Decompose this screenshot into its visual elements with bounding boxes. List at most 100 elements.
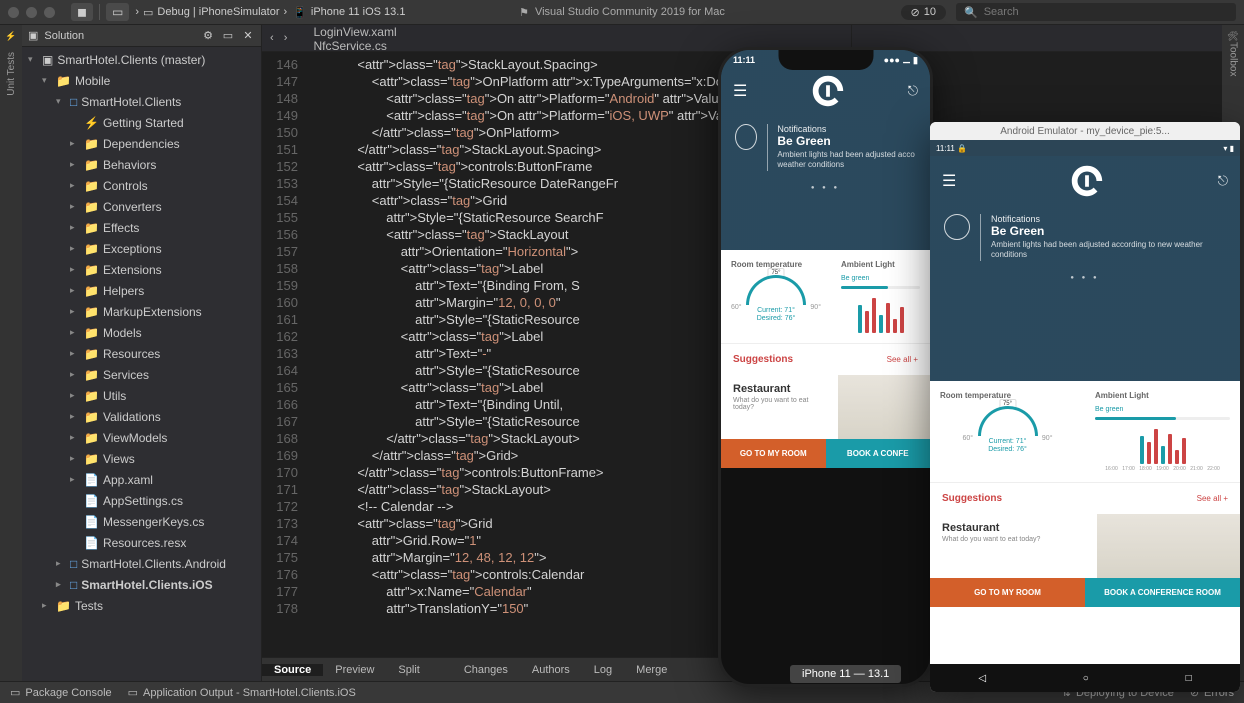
editor-view-tab[interactable]: Preview [323, 664, 386, 676]
toolbox-icon[interactable]: 🛠 [1227, 31, 1238, 42]
solution-icon: ▣ [28, 29, 38, 42]
page-dots[interactable]: ● ● ● [930, 269, 1240, 287]
toolbox-pad[interactable]: Toolbox [1228, 42, 1239, 76]
errors-pill[interactable]: ⊘10 [901, 5, 946, 20]
see-all-link[interactable]: See all + [887, 355, 918, 364]
restaurant-title: Restaurant [733, 383, 826, 395]
pad-settings-icon[interactable]: ⚙ [201, 29, 215, 43]
ambient-light-label: Ambient Light [841, 260, 920, 269]
notif-body: Ambient lights had been adjusted acco we… [777, 150, 916, 171]
app-title: ⚑Visual Studio Community 2019 for Mac [519, 6, 725, 19]
back-icon: ◁ [978, 673, 986, 684]
device-dropdown[interactable]: 📱 iPhone 11 iOS 13.1 [293, 6, 405, 19]
tree-item[interactable]: 📄AppSettings.cs [22, 490, 261, 511]
android-status-icons: ▾ ▮ [1223, 144, 1234, 153]
tree-item[interactable]: ▸📁Dependencies [22, 133, 261, 154]
tree-item[interactable]: ▸📁Tests [22, 595, 261, 616]
pad-close-icon[interactable]: ✕ [241, 29, 255, 43]
android-emulator[interactable]: Android Emulator - my_device_pie:5... 11… [930, 122, 1240, 692]
recents-icon: □ [1186, 673, 1192, 684]
stop-button[interactable]: ◼ [71, 3, 93, 21]
solution-pad-header: ▣ Solution ⚙ ▭ ✕ [22, 25, 261, 47]
tree-item[interactable]: ▸📁Resources [22, 343, 261, 364]
android-nav-bar[interactable]: ◁ ○ □ [930, 664, 1240, 692]
iphone-simulator[interactable]: 11:11●●● ⚊ ▮ ☰ ⎋ Notifications Be Green … [718, 47, 933, 687]
tree-item[interactable]: ▸📁Exceptions [22, 238, 261, 259]
unit-tests-pad[interactable]: Unit Tests [6, 52, 17, 96]
leaf-icon [944, 214, 970, 240]
pct-slider[interactable] [1095, 417, 1230, 420]
cast-icon[interactable]: ⎋ [908, 83, 918, 99]
tree-item[interactable]: 📄Resources.resx [22, 532, 261, 553]
tree-item[interactable]: ▸📁Extensions [22, 259, 261, 280]
vcs-tab[interactable]: Log [582, 664, 624, 676]
editor-view-tab[interactable]: Split [386, 664, 431, 676]
main-toolbar: ◼ ▭ › ▭ Debug | iPhoneSimulator › 📱 iPho… [0, 0, 1244, 25]
solution-pad: ▣ Solution ⚙ ▭ ✕ ▾▣SmartHotel.Clients (m… [22, 25, 262, 681]
tree-item[interactable]: ▸📁Validations [22, 406, 261, 427]
app-output-pad[interactable]: ▭Application Output - SmartHotel.Clients… [128, 686, 356, 699]
pad-pin-icon[interactable]: ▭ [221, 29, 235, 43]
pct-slider[interactable] [841, 286, 920, 289]
tree-item[interactable]: ▸📁Behaviors [22, 154, 261, 175]
vcs-tab[interactable]: Authors [520, 664, 582, 676]
app-logo [809, 72, 847, 110]
signal-wifi-battery-icon: ●●● ⚊ ▮ [884, 55, 918, 66]
suggestions-label: Suggestions [733, 354, 793, 365]
tree-item[interactable]: ▸□SmartHotel.Clients.iOS [22, 574, 261, 595]
tree-item[interactable]: ▸📁Models [22, 322, 261, 343]
go-to-room-button[interactable]: GO TO MY ROOM [721, 439, 826, 468]
temp-gauge[interactable]: 75° 60° 90° Current: 71°Desired: 76° [963, 406, 1053, 456]
tree-item[interactable]: ▸📁Effects [22, 217, 261, 238]
tree-item[interactable]: ▾□SmartHotel.Clients [22, 91, 261, 112]
vcs-tab[interactable]: Merge [624, 664, 679, 676]
search-input[interactable]: 🔍 Search [956, 3, 1236, 21]
layout-button-1[interactable]: ▭ [106, 3, 129, 21]
see-all-link[interactable]: See all + [1197, 494, 1228, 503]
iphone-device-label: iPhone 11 — 13.1 [790, 665, 901, 683]
window-controls[interactable] [8, 7, 55, 18]
solution-tree[interactable]: ▾▣SmartHotel.Clients (master) ▾📁Mobile▾□… [22, 47, 261, 681]
restaurant-image[interactable] [1097, 514, 1240, 578]
tree-item[interactable]: ▸📁Views [22, 448, 261, 469]
tree-item[interactable]: 📄MessengerKeys.cs [22, 511, 261, 532]
tree-item[interactable]: ▾📁Mobile [22, 70, 261, 91]
notif-title: Be Green [777, 134, 916, 148]
editor-tab[interactable]: LoginView.xaml [295, 25, 852, 39]
tree-item[interactable]: ▸📁Services [22, 364, 261, 385]
tree-item[interactable]: ▸📄App.xaml [22, 469, 261, 490]
line-gutter: 146 147 148 149 150 151 152 153 154 155 … [262, 52, 308, 657]
temp-gauge[interactable]: 75° 60° 90° Current: 71°Desired: 76° [731, 275, 821, 325]
leaf-icon [735, 124, 757, 150]
light-bars [1095, 424, 1230, 464]
build-config-dropdown[interactable]: › ▭ Debug | iPhoneSimulator › [135, 6, 287, 19]
book-conference-button[interactable]: BOOK A CONFERENCE ROOM [1085, 578, 1240, 607]
left-rail: ⚡ Unit Tests [0, 25, 22, 681]
bolt-icon[interactable]: ⚡ [5, 31, 16, 42]
tree-item[interactable]: ▸📁MarkupExtensions [22, 301, 261, 322]
cast-icon[interactable]: ⎋ [1218, 173, 1228, 189]
nav-back-forward[interactable]: ‹ › [262, 25, 295, 51]
tree-item[interactable]: ⚡Getting Started [22, 112, 261, 133]
home-icon: ○ [1083, 673, 1089, 684]
notif-label: Notifications [777, 124, 916, 134]
solution-pad-title: Solution [44, 30, 195, 42]
restaurant-sub: What do you want to eat today? [733, 397, 826, 411]
search-icon: 🔍 [964, 6, 978, 19]
hamburger-icon[interactable]: ☰ [733, 81, 747, 101]
editor-view-tab[interactable]: Source [262, 664, 323, 676]
page-dots[interactable]: ● ● ● [721, 179, 930, 197]
vcs-tab[interactable]: Changes [452, 664, 520, 676]
restaurant-image[interactable] [838, 375, 931, 439]
hamburger-icon[interactable]: ☰ [942, 171, 956, 191]
tree-item[interactable]: ▸📁Helpers [22, 280, 261, 301]
package-console-pad[interactable]: ▭Package Console [10, 686, 112, 699]
tree-item[interactable]: ▸📁Controls [22, 175, 261, 196]
tree-item[interactable]: ▸📁ViewModels [22, 427, 261, 448]
go-to-room-button[interactable]: GO TO MY ROOM [930, 578, 1085, 607]
tree-item[interactable]: ▸□SmartHotel.Clients.Android [22, 553, 261, 574]
tree-item[interactable]: ▸📁Utils [22, 385, 261, 406]
book-conference-button[interactable]: BOOK A CONFE [826, 439, 931, 468]
solution-root[interactable]: ▾▣SmartHotel.Clients (master) [22, 49, 261, 70]
tree-item[interactable]: ▸📁Converters [22, 196, 261, 217]
